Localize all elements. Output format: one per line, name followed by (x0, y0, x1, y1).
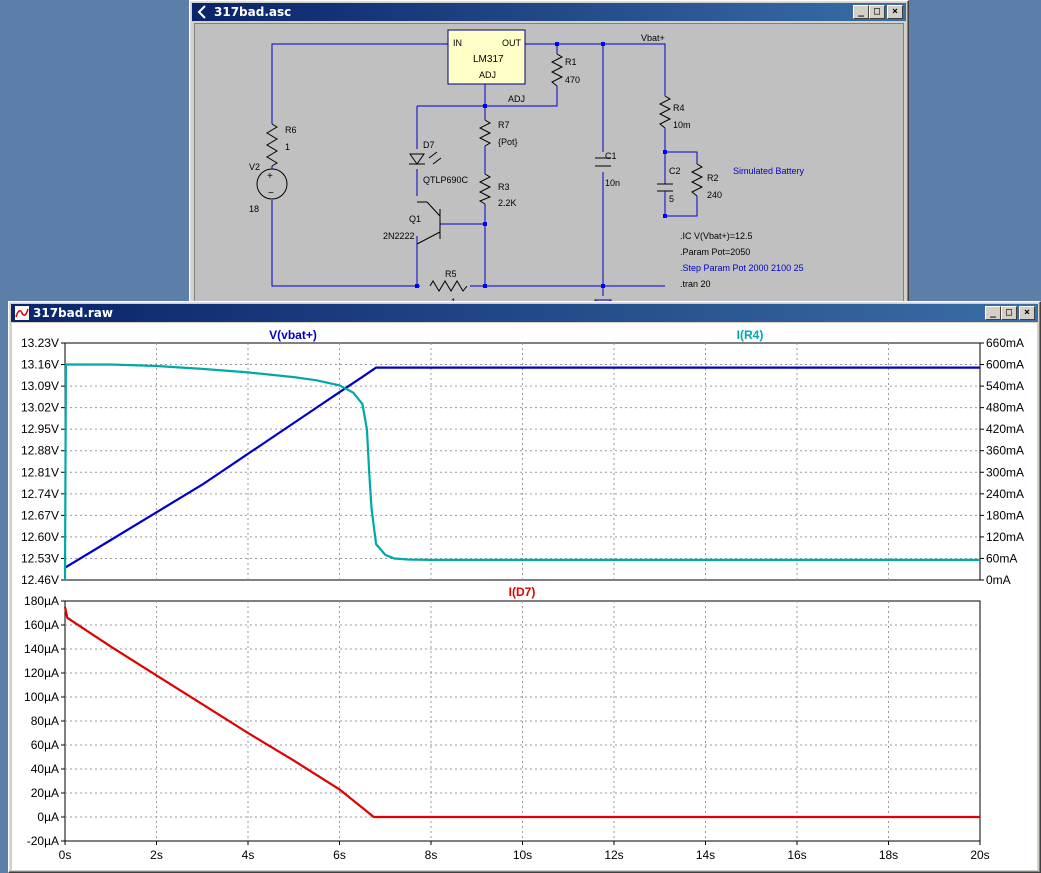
trace-label-vbat[interactable]: V(vbat+) (269, 328, 317, 342)
y2-tick-label: 300mA (986, 465, 1024, 479)
x-tick-label: 4s (242, 848, 255, 862)
y2-tick-label: 420mA (986, 422, 1024, 436)
y-tick-label: 13.16V (21, 358, 59, 372)
y2-tick-label: 180mA (986, 508, 1024, 522)
y-tick-label: 12.67V (21, 508, 59, 522)
y-tick-label: 120µA (24, 666, 59, 680)
y2-tick-label: 0mA (986, 573, 1011, 587)
y-tick-label: 12.53V (21, 551, 59, 565)
x-tick-label: 12s (604, 848, 623, 862)
y-tick-label: 40µA (31, 762, 59, 776)
y-tick-label: 100µA (24, 690, 59, 704)
y-tick-label: 0µA (37, 810, 59, 824)
y2-tick-label: 660mA (986, 336, 1024, 350)
trace-label-ir4[interactable]: I(R4) (737, 328, 764, 342)
y-tick-label: 180µA (24, 594, 59, 608)
y-tick-label: 12.81V (21, 465, 59, 479)
y2-tick-label: 360mA (986, 444, 1024, 458)
y-tick-label: 140µA (24, 642, 59, 656)
y-tick-label: 12.60V (21, 530, 59, 544)
y2-tick-label: 600mA (986, 358, 1024, 372)
y2-tick-label: 240mA (986, 487, 1024, 501)
y2-tick-label: 120mA (986, 530, 1024, 544)
x-tick-label: 20s (970, 848, 989, 862)
x-tick-label: 16s (787, 848, 806, 862)
y-tick-label: 80µA (31, 714, 59, 728)
x-tick-label: 10s (513, 848, 532, 862)
waveform-plot[interactable]: 13.23V 13.16V 13.09V 13.02V 12.95V 12.88V 12.8… (0, 0, 1041, 873)
y-tick-label: 13.02V (21, 401, 59, 415)
y-tick-label: 20µA (31, 786, 59, 800)
x-tick-label: 2s (150, 848, 163, 862)
y-tick-label: 160µA (24, 618, 59, 632)
x-tick-label: 0s (59, 848, 72, 862)
x-tick-label: 6s (333, 848, 346, 862)
y-tick-label: 12.46V (21, 573, 59, 587)
y-tick-label: 12.74V (21, 487, 59, 501)
x-tick-label: 18s (879, 848, 898, 862)
y2-tick-label: 540mA (986, 379, 1024, 393)
trace-label-id7[interactable]: I(D7) (509, 585, 536, 599)
y-tick-label: 13.23V (21, 336, 59, 350)
x-tick-label: 14s (696, 848, 715, 862)
y-tick-label: 12.95V (21, 422, 59, 436)
y-tick-label: 60µA (31, 738, 59, 752)
y-tick-label: 12.88V (21, 444, 59, 458)
x-tick-label: 8s (425, 848, 438, 862)
y2-tick-label: 60mA (986, 551, 1017, 565)
y-tick-label: -20µA (27, 834, 59, 848)
y-tick-label: 13.09V (21, 379, 59, 393)
y2-tick-label: 480mA (986, 401, 1024, 415)
